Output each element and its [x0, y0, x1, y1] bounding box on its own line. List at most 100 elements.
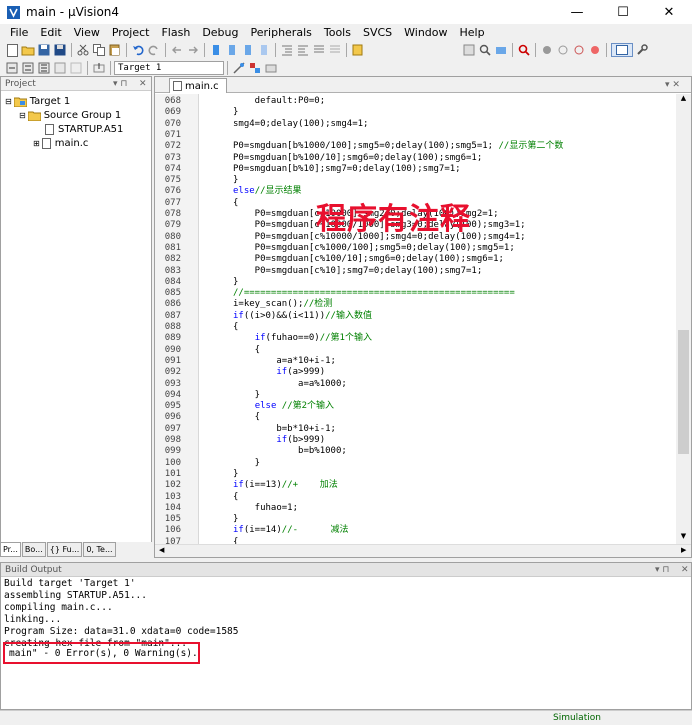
expand-icon[interactable]: ⊞ [33, 139, 40, 148]
breakpoint-disable-icon[interactable] [572, 43, 586, 57]
menu-help[interactable]: Help [454, 26, 491, 39]
code-line[interactable]: 081 P0=smgduan[c%1000/100];smg5=0;delay(… [155, 243, 675, 254]
code-line[interactable]: 068 default:P0=0; [155, 96, 675, 107]
menu-window[interactable]: Window [398, 26, 453, 39]
stop-build-icon[interactable] [69, 61, 83, 75]
pin-icon[interactable]: ▾ ⊓ [655, 565, 669, 575]
menu-edit[interactable]: Edit [34, 26, 67, 39]
configure-icon[interactable] [635, 43, 649, 57]
close-button[interactable]: ✕ [646, 0, 692, 24]
code-line[interactable]: 104 fuhao=1; [155, 503, 675, 514]
breakpoint-kill-icon[interactable] [588, 43, 602, 57]
code-line[interactable]: 107 { [155, 537, 675, 544]
translate-icon[interactable] [5, 61, 19, 75]
scroll-up-icon[interactable]: ▲ [676, 94, 691, 106]
debug-session-icon[interactable] [517, 43, 531, 57]
target-select[interactable]: Target 1 [114, 61, 224, 75]
menu-view[interactable]: View [68, 26, 106, 39]
undo-icon[interactable] [131, 43, 145, 57]
scroll-left-icon[interactable]: ◀ [159, 546, 164, 554]
code-line[interactable]: 100 } [155, 458, 675, 469]
nav-forward-icon[interactable] [186, 43, 200, 57]
code-line[interactable]: 074 P0=smgduan[b%10];smg7=0;delay(100);sm… [155, 164, 675, 175]
bookmark-prev-icon[interactable] [225, 43, 239, 57]
collapse-icon[interactable]: ⊟ [19, 111, 26, 120]
find-in-files-icon[interactable] [351, 43, 365, 57]
code-line[interactable]: 069} [155, 107, 675, 118]
window-layout-icon[interactable] [611, 43, 633, 57]
tree-target-1[interactable]: ⊟ Target 1 [5, 94, 70, 108]
code-line[interactable]: 090 { [155, 345, 675, 356]
tree-source-group[interactable]: ⊟ Source Group 1 [19, 108, 121, 122]
vertical-scrollbar[interactable]: ▲ ▼ [676, 94, 691, 544]
pin-icon[interactable]: ▾ ⊓ [113, 79, 127, 89]
tab-functions[interactable]: {} Fu... [46, 542, 83, 557]
code-line[interactable]: 105} [155, 514, 675, 525]
menu-tools[interactable]: Tools [318, 26, 357, 39]
redo-icon[interactable] [147, 43, 161, 57]
code-line[interactable]: 083 P0=smgduan[c%10];smg7=0;delay(100);s… [155, 266, 675, 277]
code-line[interactable]: 095 else //第2个输入 [155, 401, 675, 412]
breakpoint-enable-icon[interactable] [556, 43, 570, 57]
paste-icon[interactable] [108, 43, 122, 57]
download-icon[interactable] [92, 61, 106, 75]
manage-components-icon[interactable] [248, 61, 262, 75]
target-options-icon[interactable] [232, 61, 246, 75]
select-packs-icon[interactable] [264, 61, 278, 75]
unindent-icon[interactable] [296, 43, 310, 57]
nav-back-icon[interactable] [170, 43, 184, 57]
scroll-right-icon[interactable]: ▶ [681, 546, 686, 554]
tab-books[interactable]: Bo... [21, 542, 46, 557]
code-line[interactable]: 085 //===================================… [155, 288, 675, 299]
panel-close-icon[interactable]: ▾ ✕ [665, 80, 680, 90]
code-line[interactable]: 089 if(fuhao==0)//第1个输入 [155, 333, 675, 344]
build-icon[interactable] [21, 61, 35, 75]
code-area[interactable]: 068 default:P0=0; 069} 070 smg4=0;delay(100… [155, 94, 675, 544]
code-line[interactable]: 098 if(b>999) [155, 435, 675, 446]
code-line[interactable]: 070 smg4=0;delay(100);smg4=1; [155, 119, 675, 130]
horizontal-scrollbar[interactable]: ◀ ▶ [155, 544, 691, 557]
code-line[interactable]: 106 if(i==14)//- 减法 [155, 525, 675, 536]
code-line[interactable]: 075} [155, 175, 675, 186]
bookmark-icon[interactable] [209, 43, 223, 57]
tab-templates[interactable]: 0, Te... [83, 542, 116, 557]
maximize-button[interactable]: ☐ [600, 0, 646, 24]
code-line[interactable]: 093 a=a%1000; [155, 379, 675, 390]
code-line[interactable]: 096 { [155, 412, 675, 423]
panel-close-icon[interactable]: ✕ [139, 79, 147, 89]
tab-main-c[interactable]: main.c [169, 78, 227, 93]
bookmark-clear-icon[interactable] [257, 43, 271, 57]
code-line[interactable]: 087 if((i>0)&&(i<11))//输入数值 [155, 311, 675, 322]
menu-svcs[interactable]: SVCS [357, 26, 398, 39]
indent-icon[interactable] [280, 43, 294, 57]
code-line[interactable]: 073 P0=smgduan[b%100/10];smg6=0;delay(100… [155, 153, 675, 164]
code-line[interactable]: 088 { [155, 322, 675, 333]
code-line[interactable]: 086 i=key_scan();//检测 [155, 299, 675, 310]
minimize-button[interactable]: — [554, 0, 600, 24]
code-line[interactable]: 097 b=b*10+i-1; [155, 424, 675, 435]
cut-icon[interactable] [76, 43, 90, 57]
source-browser-icon[interactable] [494, 43, 508, 57]
menu-flash[interactable]: Flash [155, 26, 196, 39]
code-line[interactable]: 082 P0=smgduan[c%100/10];smg6=0;delay(10… [155, 254, 675, 265]
menu-file[interactable]: File [4, 26, 34, 39]
menu-project[interactable]: Project [106, 26, 156, 39]
code-line[interactable]: 094 } [155, 390, 675, 401]
incremental-find-icon[interactable] [478, 43, 492, 57]
uncomment-icon[interactable] [328, 43, 342, 57]
save-all-icon[interactable] [53, 43, 67, 57]
batch-build-icon[interactable] [53, 61, 67, 75]
menu-debug[interactable]: Debug [196, 26, 244, 39]
comment-icon[interactable] [312, 43, 326, 57]
copy-icon[interactable] [92, 43, 106, 57]
code-line[interactable]: 092 if(a>999) [155, 367, 675, 378]
find-icon[interactable] [462, 43, 476, 57]
panel-close-icon[interactable]: ✕ [681, 565, 689, 575]
save-icon[interactable] [37, 43, 51, 57]
bookmark-next-icon[interactable] [241, 43, 255, 57]
code-line[interactable]: 071 [155, 130, 675, 141]
scroll-down-icon[interactable]: ▼ [676, 532, 691, 544]
tab-project[interactable]: Pr... [0, 542, 21, 557]
open-folder-icon[interactable] [21, 43, 35, 57]
code-line[interactable]: 099 b=b%1000; [155, 446, 675, 457]
